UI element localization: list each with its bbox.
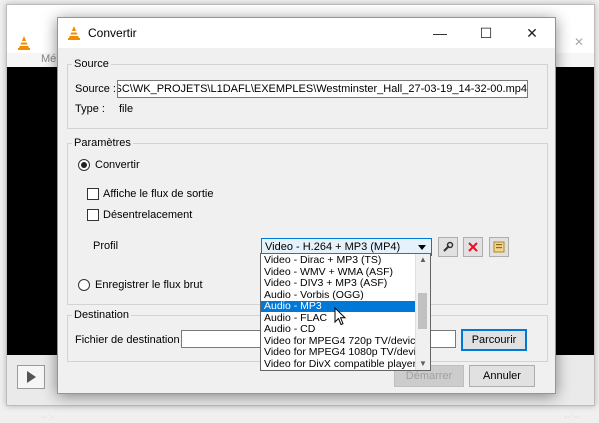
- profile-option[interactable]: Video for MPEG4 1080p TV/device: [261, 347, 419, 358]
- scrollbar-thumb[interactable]: [418, 293, 427, 329]
- vlc-cone-icon: [18, 36, 30, 50]
- destination-group-label: Destination: [72, 309, 132, 321]
- vlc-cone-icon: [68, 26, 80, 40]
- deinterlace-label[interactable]: Désentrelacement: [103, 209, 192, 221]
- browse-button[interactable]: Parcourir: [461, 329, 527, 351]
- maximize-button[interactable]: ☐: [463, 18, 509, 48]
- close-button[interactable]: ✕: [509, 18, 555, 48]
- profile-selected-value: Video - H.264 + MP3 (MP4): [265, 241, 401, 253]
- params-group-label: Paramètres: [72, 137, 133, 149]
- dropdown-scrollbar[interactable]: ▲ ▼: [415, 254, 430, 370]
- delete-profile-button[interactable]: [463, 237, 483, 257]
- minimize-button[interactable]: —: [417, 18, 463, 48]
- chevron-down-icon: [418, 245, 426, 250]
- edit-profile-button[interactable]: [438, 237, 458, 257]
- save-raw-label[interactable]: Enregistrer le flux brut: [95, 279, 203, 291]
- profile-option[interactable]: Video for DivX compatible player: [261, 359, 419, 370]
- dialog-title: Convertir: [88, 26, 137, 40]
- wrench-icon: [443, 241, 454, 252]
- convert-radio-label[interactable]: Convertir: [95, 159, 140, 171]
- new-profile-button[interactable]: [489, 237, 509, 257]
- vlc-time-right: --:--: [563, 412, 580, 423]
- delete-icon: [468, 242, 478, 252]
- profile-option[interactable]: Video for MPEG4 720p TV/device: [261, 336, 419, 347]
- save-raw-radio[interactable]: [78, 279, 90, 291]
- profile-option[interactable]: Audio - Vorbis (OGG): [261, 290, 419, 301]
- vlc-close-icon[interactable]: ✕: [574, 35, 584, 49]
- show-output-checkbox[interactable]: [87, 188, 99, 200]
- vlc-play-button[interactable]: [17, 365, 45, 389]
- profile-option[interactable]: Video - Dirac + MP3 (TS): [261, 255, 419, 266]
- new-profile-icon: [493, 241, 505, 253]
- profile-label: Profil: [93, 240, 119, 252]
- source-group-label: Source: [72, 58, 111, 70]
- deinterlace-checkbox[interactable]: [87, 209, 99, 221]
- convert-radio[interactable]: [78, 159, 90, 171]
- destination-label: Fichier de destination :: [75, 334, 186, 346]
- type-label: Type :: [75, 103, 105, 115]
- profile-option[interactable]: Video - DIV3 + MP3 (ASF): [261, 278, 419, 289]
- source-label: Source :: [75, 83, 116, 95]
- vlc-time-left: --:-: [41, 412, 54, 423]
- mouse-cursor-icon: [334, 307, 347, 326]
- show-output-label[interactable]: Affiche le flux de sortie: [103, 188, 213, 200]
- dialog-titlebar: Convertir — ☐ ✕: [58, 18, 555, 48]
- type-value: file: [119, 103, 134, 115]
- cancel-button[interactable]: Annuler: [469, 365, 535, 387]
- profile-option[interactable]: Video - WMV + WMA (ASF): [261, 267, 419, 278]
- scroll-up-icon[interactable]: ▲: [416, 254, 430, 266]
- source-path-field[interactable]: Documents\SC\WK_PROJETS\L1DAFL\EXEMPLES\…: [117, 80, 528, 98]
- source-path-value: Documents\SC\WK_PROJETS\L1DAFL\EXEMPLES\…: [117, 83, 527, 95]
- scroll-down-icon[interactable]: ▼: [416, 358, 430, 370]
- vlc-menu-fragment[interactable]: Mé: [41, 53, 56, 65]
